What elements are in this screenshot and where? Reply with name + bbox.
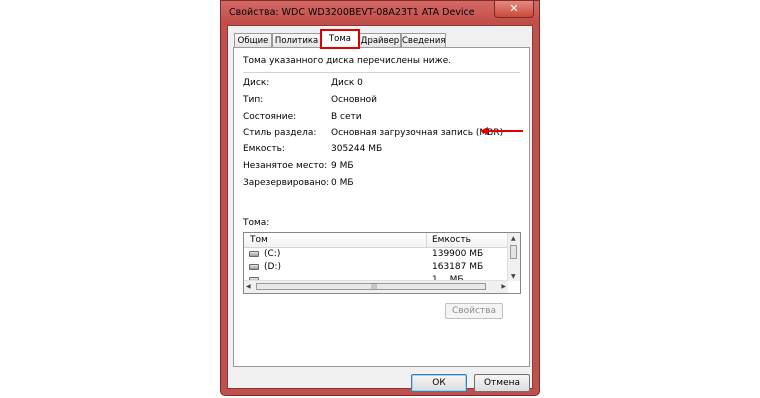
disk-value: Диск 0 bbox=[331, 78, 363, 88]
grip-icon: ||| bbox=[371, 283, 378, 290]
capacity-label: Емкость: bbox=[243, 144, 285, 154]
horizontal-scroll-thumb[interactable]: ||| bbox=[256, 283, 486, 290]
scroll-up-icon[interactable]: ▲ bbox=[511, 235, 516, 242]
close-button[interactable]: ✕ bbox=[494, 1, 534, 18]
column-capacity[interactable]: Емкость bbox=[432, 235, 471, 245]
type-value: Основной bbox=[331, 95, 377, 105]
intro-text: Тома указанного диска перечислены ниже. bbox=[243, 56, 452, 66]
type-label: Тип: bbox=[243, 95, 264, 105]
drive-icon bbox=[249, 264, 259, 270]
title-bar[interactable]: Свойства: WDC WD3200BEVT-08A23T1 ATA Dev… bbox=[221, 1, 539, 25]
unallocated-value: 9 МБ bbox=[331, 161, 354, 171]
tab-policy[interactable]: Политика bbox=[272, 33, 321, 47]
vertical-scroll-thumb[interactable] bbox=[510, 245, 517, 259]
volumes-list[interactable]: Том Емкость (C:) 139900 МБ (D:) 163187 М… bbox=[243, 232, 521, 294]
reserved-value: 0 МБ bbox=[331, 178, 354, 188]
list-item[interactable]: (C:) 139900 МБ bbox=[244, 248, 508, 261]
scroll-right-icon[interactable]: ▶ bbox=[501, 283, 506, 290]
capacity-value: 305244 МБ bbox=[331, 144, 383, 154]
tab-driver[interactable]: Драйвер bbox=[359, 33, 401, 47]
status-value: В сети bbox=[331, 112, 362, 122]
tab-details[interactable]: Сведения bbox=[401, 33, 446, 47]
vertical-scrollbar[interactable]: ▲ ▼ bbox=[507, 233, 520, 281]
cancel-button[interactable]: Отмена bbox=[474, 374, 530, 392]
reserved-label: Зарезервировано: bbox=[243, 178, 330, 188]
list-item[interactable]: (D:) 163187 МБ bbox=[244, 261, 508, 274]
scroll-left-icon[interactable]: ◀ bbox=[246, 283, 251, 290]
close-x-icon: ✕ bbox=[509, 2, 519, 15]
unallocated-label: Незанятое место: bbox=[243, 161, 328, 171]
status-label: Состояние: bbox=[243, 112, 297, 122]
volume-capacity: 163187 МБ bbox=[432, 262, 484, 272]
window-title: Свойства: WDC WD3200BEVT-08A23T1 ATA Dev… bbox=[229, 7, 475, 18]
volumes-panel: Тома указанного диска перечислены ниже. … bbox=[233, 47, 530, 367]
red-arrow-icon bbox=[480, 127, 523, 135]
dialog-client: Общие Политика Тома Драйвер Сведения Том… bbox=[227, 25, 533, 392]
partition-style-label: Стиль раздела: bbox=[243, 128, 317, 138]
volume-name: (C:) bbox=[264, 249, 281, 259]
tab-highlight-frame bbox=[320, 29, 360, 49]
column-volume[interactable]: Том bbox=[250, 235, 268, 245]
disk-label: Диск: bbox=[243, 78, 270, 88]
volume-capacity: 139900 МБ bbox=[432, 249, 484, 259]
column-divider[interactable] bbox=[426, 233, 427, 247]
volumes-label: Тома: bbox=[243, 218, 270, 228]
volume-name: (D:) bbox=[264, 262, 281, 272]
horizontal-scrollbar[interactable]: ◀ ||| ▶ bbox=[244, 280, 508, 293]
properties-window: Свойства: WDC WD3200BEVT-08A23T1 ATA Dev… bbox=[220, 0, 540, 396]
ok-button[interactable]: ОК bbox=[411, 374, 467, 392]
tab-general[interactable]: Общие bbox=[234, 33, 272, 47]
scroll-down-icon[interactable]: ▼ bbox=[511, 273, 516, 280]
drive-icon bbox=[249, 251, 259, 257]
properties-button[interactable]: Свойства bbox=[445, 303, 503, 319]
separator bbox=[243, 72, 520, 73]
list-header: Том Емкость bbox=[244, 233, 508, 248]
partition-style-value: Основная загрузочная запись (MBR) bbox=[331, 128, 504, 138]
